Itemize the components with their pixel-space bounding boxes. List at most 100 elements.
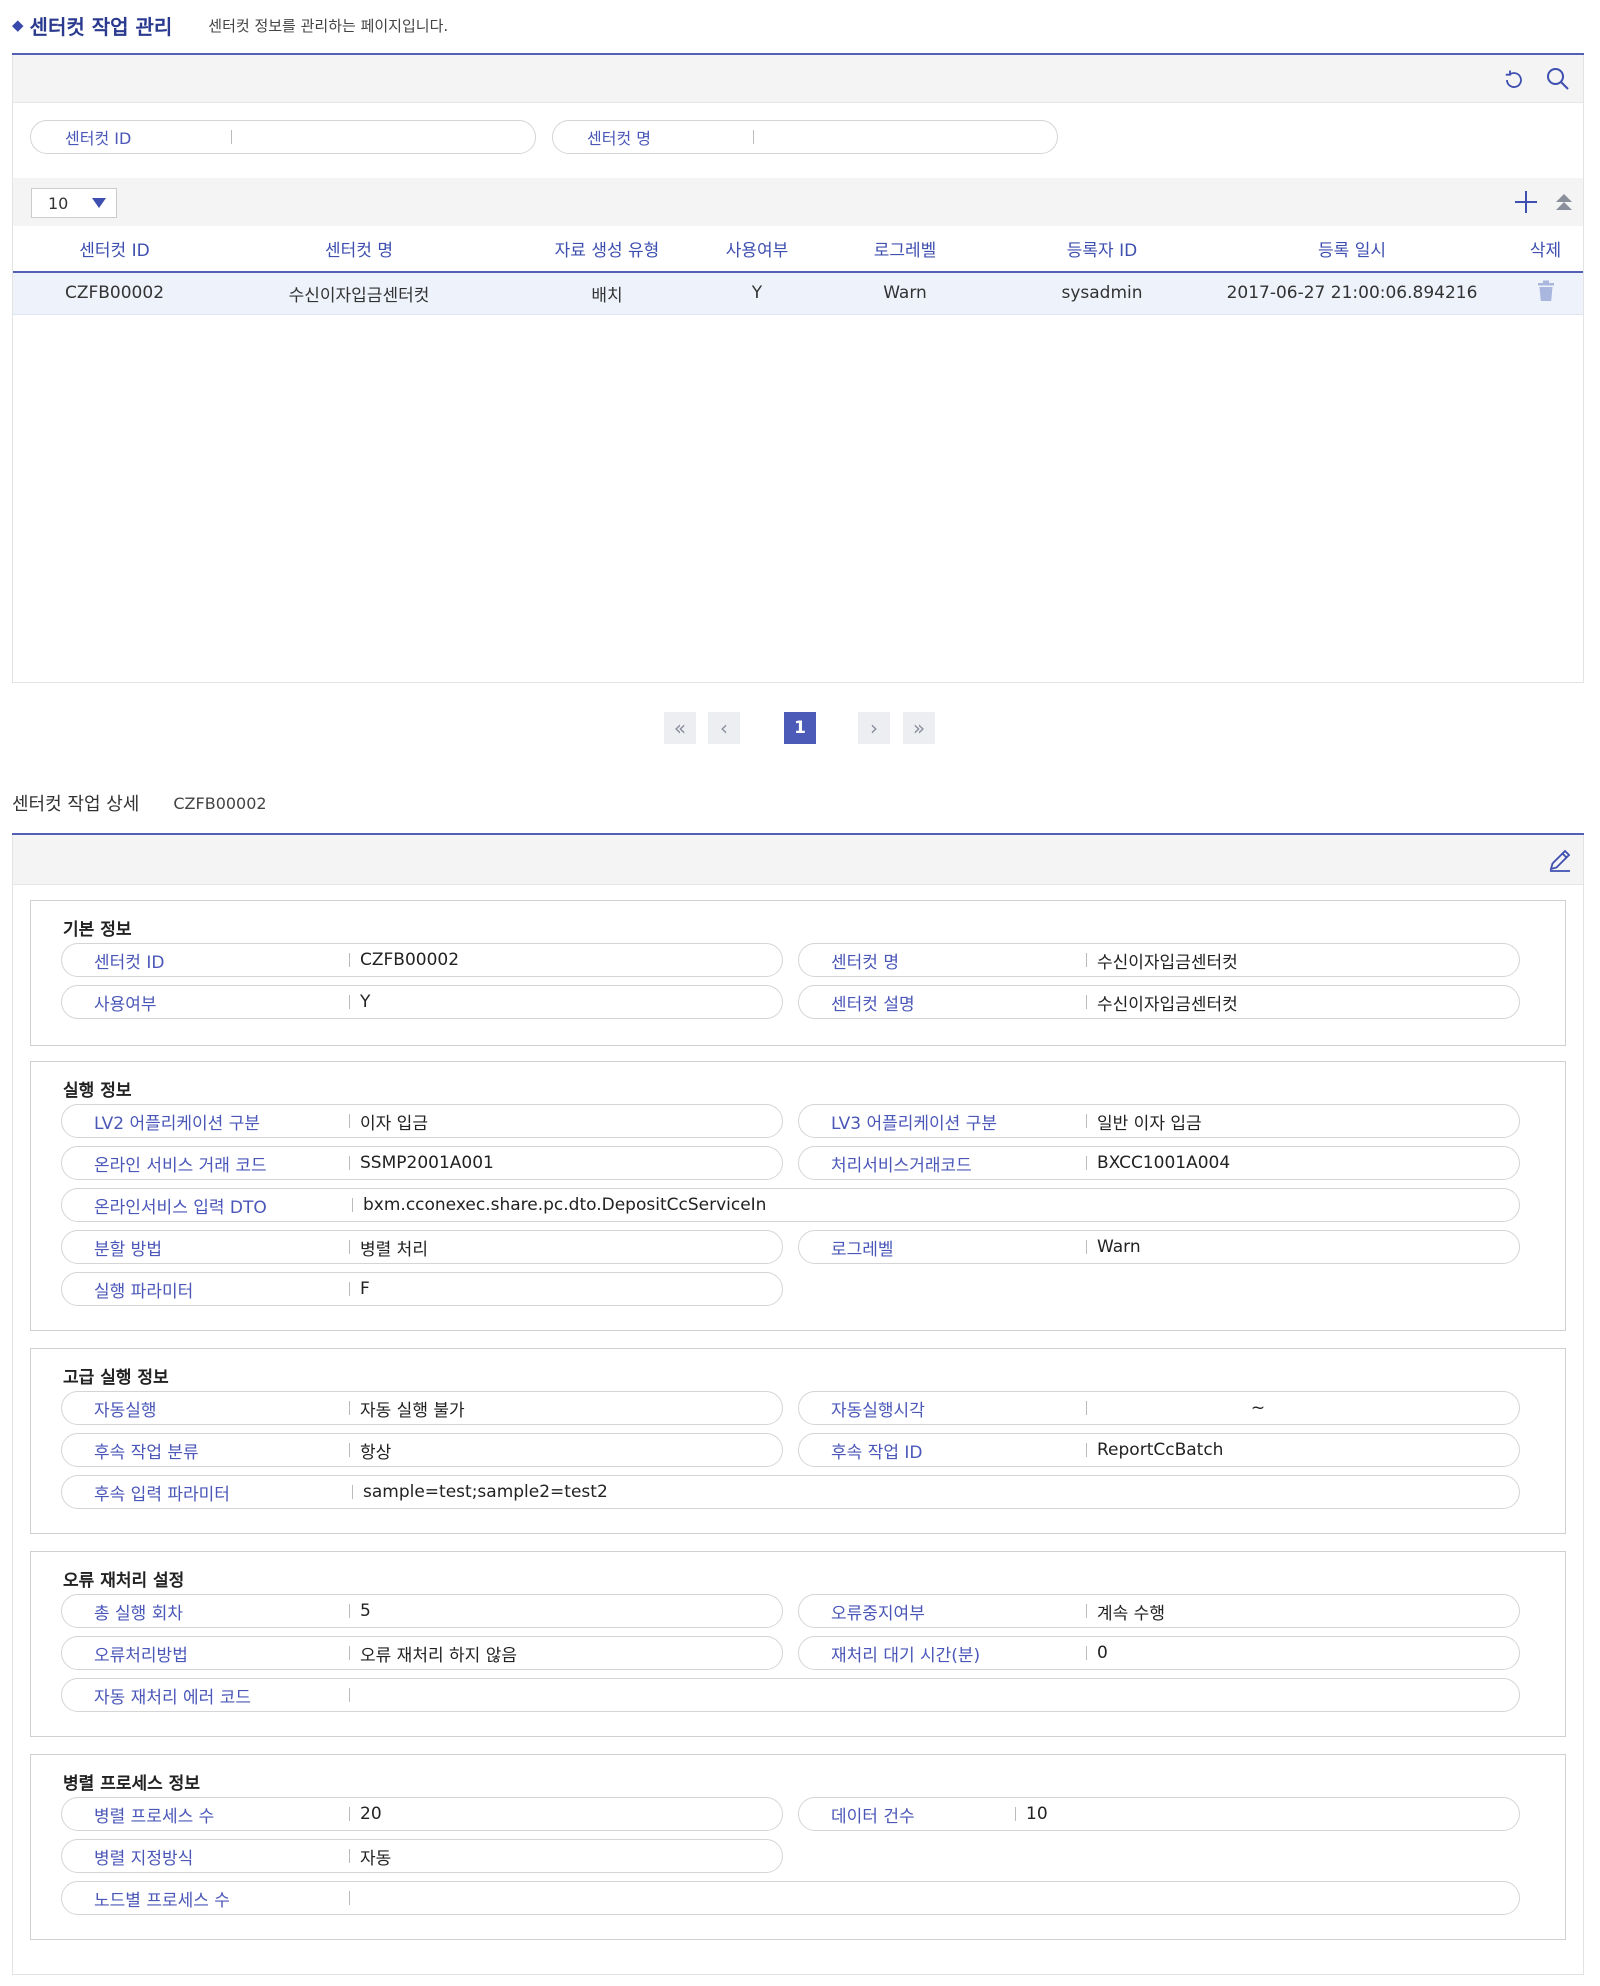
centercut-id-input[interactable] bbox=[242, 123, 519, 151]
field-node-process-count: 노드별 프로세스 수 bbox=[61, 1881, 1520, 1915]
separator bbox=[349, 1443, 350, 1457]
field-total-exec-count: 총 실행 회차 5 bbox=[61, 1594, 783, 1628]
field-label: 센터컷 ID bbox=[94, 952, 165, 973]
separator bbox=[349, 1604, 350, 1618]
field-label: 병렬 지정방식 bbox=[94, 1848, 194, 1869]
cell-name: 수신이자입금센터컷 bbox=[216, 272, 502, 315]
column-header[interactable]: 센터컷 ID bbox=[13, 226, 216, 273]
column-header[interactable]: 자료 생성 유형 bbox=[502, 226, 712, 273]
next-page-button[interactable]: › bbox=[858, 712, 890, 744]
search-icon[interactable] bbox=[1543, 64, 1573, 94]
separator bbox=[1086, 1443, 1087, 1457]
field-value: 수신이자입금센터컷 bbox=[1097, 952, 1238, 973]
field-label: 자동실행시각 bbox=[831, 1400, 925, 1421]
field-auto-retry-error-code: 자동 재처리 에러 코드 bbox=[61, 1678, 1520, 1712]
field-use-yn: 사용여부 Y bbox=[61, 985, 783, 1019]
section-basic-info: 기본 정보 센터컷 ID CZFB00002 센터컷 명 수신이자입금센터컷 사용여… bbox=[30, 900, 1566, 1046]
search-label-centercut-id: 센터컷 ID bbox=[65, 129, 132, 148]
separator bbox=[231, 130, 232, 144]
field-value: 계속 수행 bbox=[1097, 1603, 1165, 1624]
separator bbox=[1086, 953, 1087, 967]
cell-date: 2017-06-27 21:00:06.894216 bbox=[1196, 272, 1508, 315]
grid-toolbar: 10 bbox=[13, 178, 1583, 226]
trash-icon[interactable] bbox=[1537, 280, 1555, 307]
column-header[interactable]: 등록 일시 bbox=[1196, 226, 1508, 273]
field-label: 재처리 대기 시간(분) bbox=[831, 1645, 981, 1666]
field-label: 처리서비스거래코드 bbox=[831, 1155, 972, 1176]
page-title: 센터컷 작업 관리 bbox=[29, 14, 173, 39]
prev-page-button[interactable]: ‹ bbox=[708, 712, 740, 744]
separator bbox=[349, 1807, 350, 1821]
section-execution-info: 실행 정보 LV2 어플리케이션 구분 이자 입금 LV3 어플리케이션 구분 일반… bbox=[30, 1061, 1566, 1331]
chevron-down-icon bbox=[92, 198, 106, 208]
field-centercut-name: 센터컷 명 수신이자입금센터컷 bbox=[798, 943, 1520, 977]
table-row[interactable]: CZFB00002 수신이자입금센터컷 배치 Y Warn sysadmin 2… bbox=[13, 272, 1583, 315]
field-online-service-code: 온라인 서비스 거래 코드 SSMP2001A001 bbox=[61, 1146, 783, 1180]
cell-id: CZFB00002 bbox=[13, 272, 216, 315]
detail-id: CZFB00002 bbox=[173, 793, 267, 813]
field-value: BXCC1001A004 bbox=[1097, 1153, 1231, 1173]
field-value: 자동 실행 불가 bbox=[360, 1400, 465, 1421]
pencil-icon[interactable] bbox=[1545, 845, 1575, 875]
cell-use: Y bbox=[712, 272, 802, 315]
separator bbox=[352, 1198, 353, 1212]
collapse-up-icon[interactable] bbox=[1549, 187, 1579, 217]
page-size-select[interactable]: 10 bbox=[31, 188, 117, 218]
field-value: 20 bbox=[360, 1804, 382, 1824]
field-label: 후속 입력 파라미터 bbox=[94, 1484, 230, 1505]
separator bbox=[349, 1646, 350, 1660]
page-header: ◆ 센터컷 작업 관리 센터컷 정보를 관리하는 페이지입니다. bbox=[12, 8, 448, 42]
field-error-stop: 오류중지여부 계속 수행 bbox=[798, 1594, 1520, 1628]
field-label: 병렬 프로세스 수 bbox=[94, 1806, 215, 1827]
field-value: ReportCcBatch bbox=[1097, 1440, 1224, 1460]
section-title: 기본 정보 bbox=[63, 920, 132, 940]
field-label: LV2 어플리케이션 구분 bbox=[94, 1113, 260, 1134]
separator bbox=[349, 995, 350, 1009]
centercut-table: 센터컷 ID 센터컷 명 자료 생성 유형 사용여부 로그레벨 등록자 ID 등… bbox=[13, 226, 1583, 315]
centercut-name-input[interactable] bbox=[764, 123, 1041, 151]
search-toolbar bbox=[13, 55, 1583, 103]
column-header[interactable]: 로그레벨 bbox=[802, 226, 1008, 273]
plus-icon[interactable] bbox=[1511, 187, 1541, 217]
field-online-input-dto: 온라인서비스 입력 DTO bxm.cconexec.share.pc.dto.D… bbox=[61, 1188, 1520, 1222]
separator bbox=[1086, 1646, 1087, 1660]
detail-title: 센터컷 작업 상세 bbox=[12, 794, 140, 815]
column-header[interactable]: 사용여부 bbox=[712, 226, 802, 273]
section-title: 병렬 프로세스 정보 bbox=[63, 1774, 200, 1794]
separator bbox=[352, 1485, 353, 1499]
field-label: 총 실행 회차 bbox=[94, 1603, 184, 1624]
column-header[interactable]: 삭제 bbox=[1508, 226, 1583, 273]
refresh-icon[interactable] bbox=[1499, 65, 1529, 95]
detail-header: 센터컷 작업 상세 CZFB00002 bbox=[12, 786, 267, 820]
page-number-button[interactable]: 1 bbox=[784, 712, 816, 744]
field-value: SSMP2001A001 bbox=[360, 1153, 494, 1173]
separator bbox=[349, 1240, 350, 1254]
field-value: CZFB00002 bbox=[360, 950, 460, 970]
field-auto-exec: 자동실행 자동 실행 불가 bbox=[61, 1391, 783, 1425]
field-value: 병렬 처리 bbox=[360, 1239, 428, 1260]
field-value: 수신이자입금센터컷 bbox=[1097, 994, 1238, 1015]
field-value: bxm.cconexec.share.pc.dto.DepositCcServi… bbox=[363, 1195, 767, 1215]
field-next-job-id: 후속 작업 ID ReportCcBatch bbox=[798, 1433, 1520, 1467]
column-header[interactable]: 등록자 ID bbox=[1008, 226, 1196, 273]
first-page-button[interactable]: « bbox=[664, 712, 696, 744]
search-field-centercut-name: 센터컷 명 bbox=[552, 120, 1058, 154]
field-value: Y bbox=[360, 992, 371, 1012]
last-page-button[interactable]: » bbox=[903, 712, 935, 744]
field-next-job-type: 후속 작업 분류 항상 bbox=[61, 1433, 783, 1467]
field-label: 온라인 서비스 거래 코드 bbox=[94, 1155, 267, 1176]
column-header[interactable]: 센터컷 명 bbox=[216, 226, 502, 273]
field-error-handling: 오류처리방법 오류 재처리 하지 않음 bbox=[61, 1636, 783, 1670]
field-label: 센터컷 명 bbox=[831, 952, 899, 973]
field-value: 0 bbox=[1097, 1643, 1108, 1663]
field-label: 자동 재처리 에러 코드 bbox=[94, 1687, 251, 1708]
page-description: 센터컷 정보를 관리하는 페이지입니다. bbox=[208, 16, 449, 35]
field-label: LV3 어플리케이션 구분 bbox=[831, 1113, 997, 1134]
cell-delete bbox=[1508, 272, 1583, 315]
field-value: ~ bbox=[1250, 1398, 1266, 1418]
field-value: 5 bbox=[360, 1601, 371, 1621]
field-label: 오류중지여부 bbox=[831, 1603, 925, 1624]
separator bbox=[1086, 1114, 1087, 1128]
field-value: F bbox=[360, 1279, 370, 1299]
field-exec-param: 실행 파라미터 F bbox=[61, 1272, 783, 1306]
